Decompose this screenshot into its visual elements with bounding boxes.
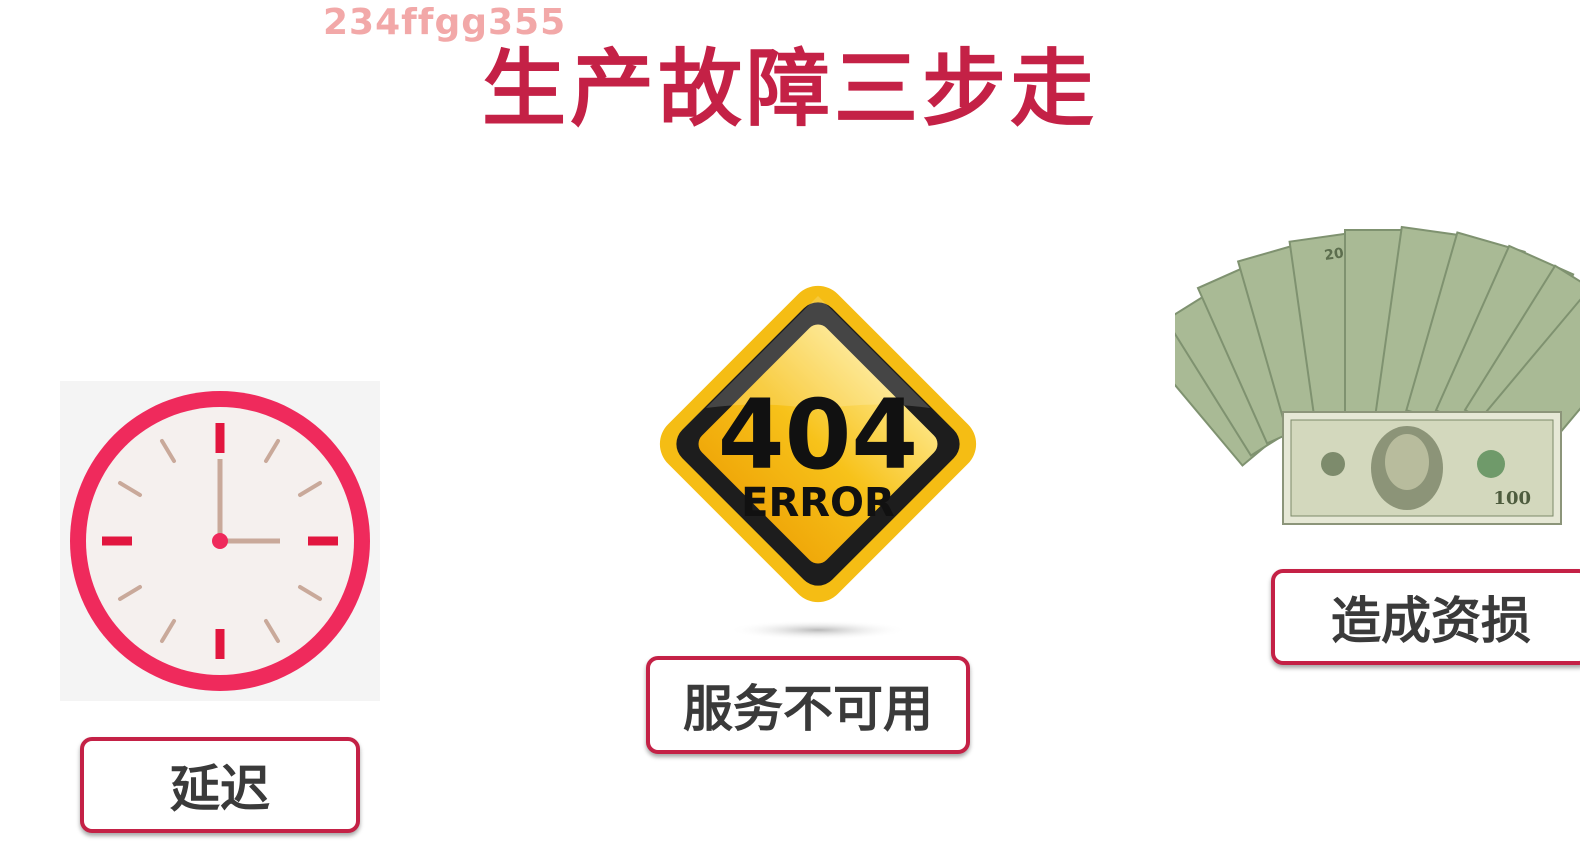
label-financial-loss: 造成资损 [1271,569,1580,665]
label-service-unavailable-text: 服务不可用 [683,680,933,738]
label-delay-text: 延迟 [170,760,270,818]
money-stack-icon: 20 100 [1144,220,1580,540]
bill-value-20: 20 [1323,245,1345,264]
error-404-sign-icon: 404 ERROR [620,250,1020,650]
label-financial-loss-text: 造成资损 [1331,592,1531,650]
label-delay: 延迟 [80,737,360,833]
page-title: 生产故障三步走 [481,40,1098,138]
sign-number: 404 [718,379,918,491]
bill-value-100: 100 [1493,488,1531,509]
label-service-unavailable: 服务不可用 [646,656,970,754]
clock-icon [60,381,380,701]
sign-text: ERROR [741,480,895,526]
